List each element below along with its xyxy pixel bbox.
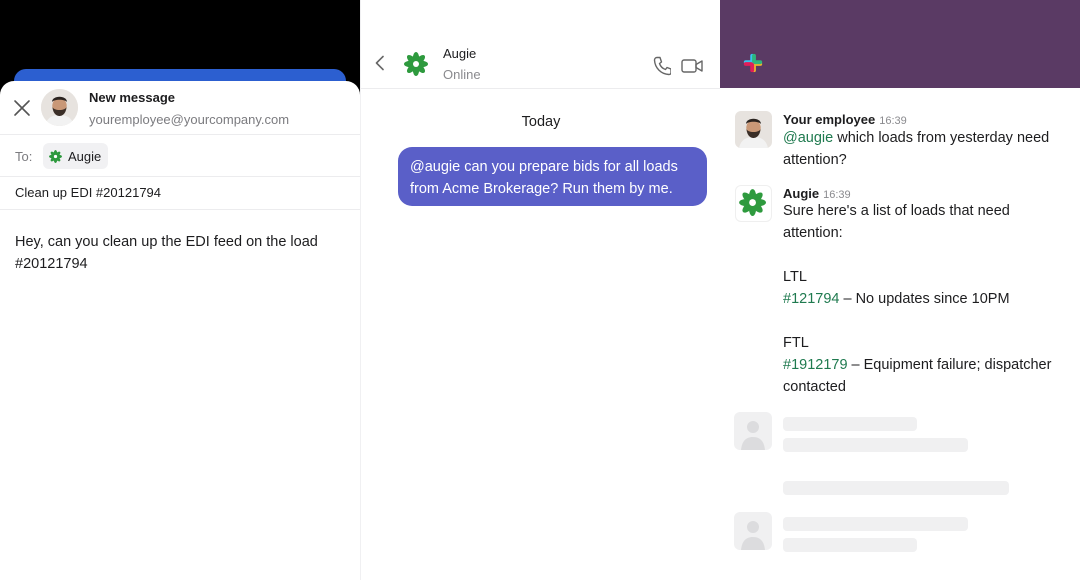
- message-body[interactable]: Hey, can you clean up the EDI feed on th…: [15, 231, 335, 275]
- augie-logo-icon: [404, 52, 428, 76]
- placeholder-line: [783, 517, 968, 531]
- augie-avatar: [735, 185, 772, 222]
- ltl-heading: LTL: [783, 269, 807, 285]
- divider: [0, 176, 360, 177]
- compose-title: New message: [89, 90, 175, 105]
- augie-logo-icon: [49, 149, 62, 163]
- ltl-line: #121794 – No updates since 10PM: [783, 288, 1068, 310]
- augie-logo-icon: [739, 189, 766, 216]
- video-icon[interactable]: [681, 58, 703, 74]
- close-icon[interactable]: [13, 99, 31, 117]
- placeholder-line: [783, 538, 917, 552]
- mention-link[interactable]: @augie: [783, 130, 833, 146]
- placeholder-line: [783, 438, 968, 452]
- ftl-heading: FTL: [783, 335, 809, 351]
- email-panel: New message youremployee@yourcompany.com…: [0, 0, 360, 580]
- message-intro: Sure here's a list of loads that need at…: [783, 203, 1010, 241]
- phone-icon[interactable]: [653, 56, 671, 76]
- slack-logo-icon: [743, 53, 763, 73]
- divider: [361, 88, 721, 89]
- placeholder-avatar: [734, 412, 772, 450]
- ftl-line: #1912179 – Equipment failure; dispatcher…: [783, 354, 1068, 398]
- recipient-name: Augie: [68, 148, 102, 164]
- slack-top-bar: [720, 0, 1080, 88]
- placeholder-line: [783, 417, 917, 431]
- subject-field[interactable]: Clean up EDI #20121794: [15, 185, 161, 200]
- sender-avatar: [41, 89, 78, 126]
- chat-bubble-outgoing: @augie can you prepare bids for all load…: [398, 147, 707, 206]
- to-label: To:: [15, 149, 33, 164]
- divider: [0, 134, 360, 135]
- back-chevron-icon[interactable]: [374, 55, 386, 71]
- message-time: 16:39: [879, 115, 907, 127]
- placeholder-line: [783, 481, 1009, 495]
- message-author: Your employee 16:39: [783, 112, 907, 127]
- load-link[interactable]: #1912179: [783, 357, 848, 373]
- placeholder-avatar: [734, 512, 772, 550]
- chat-panel: Augie Online Today @augie can you prepar…: [360, 0, 721, 580]
- message-text: @augie which loads from yesterday need a…: [783, 127, 1068, 171]
- contact-status: Online: [443, 67, 481, 82]
- author-name: Augie: [783, 186, 820, 201]
- sender-address: youremployee@yourcompany.com: [89, 112, 290, 127]
- employee-avatar: [735, 111, 772, 148]
- contact-name: Augie: [443, 46, 477, 61]
- divider: [0, 209, 360, 210]
- load-link[interactable]: #121794: [783, 291, 839, 307]
- message-author: Augie 16:39: [783, 186, 851, 201]
- ltl-note: – No updates since 10PM: [839, 291, 1010, 307]
- author-name: Your employee: [783, 112, 876, 127]
- slack-panel: Your employee 16:39 @augie which loads fr…: [720, 0, 1080, 580]
- recipient-chip[interactable]: Augie: [43, 143, 109, 169]
- message-text: Sure here's a list of loads that need at…: [783, 200, 1068, 398]
- day-separator: Today: [521, 114, 561, 130]
